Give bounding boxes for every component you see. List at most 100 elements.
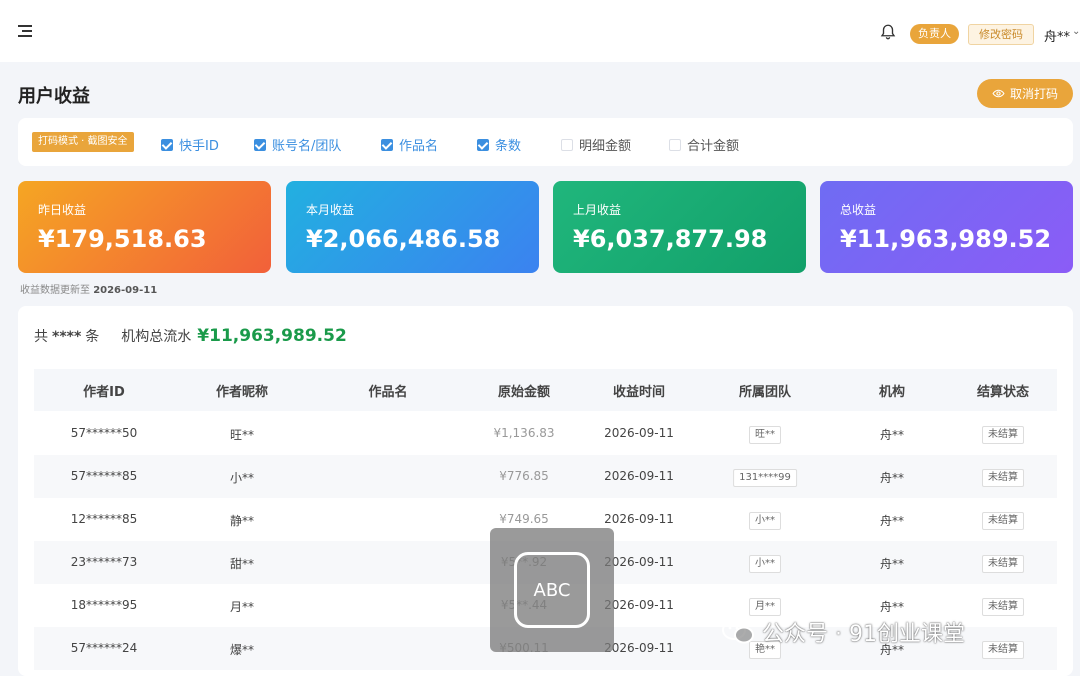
status-cell: 未结算 xyxy=(982,598,1024,616)
agency-total-label: 机构总流水 xyxy=(121,329,192,345)
status-badge: 未结算 xyxy=(982,555,1024,573)
menu-toggle-icon[interactable] xyxy=(18,25,34,39)
change-password-button[interactable]: 修改密码 xyxy=(968,24,1034,45)
agency-cell: 舟** xyxy=(879,514,905,528)
stat-card-label: 昨日收益 xyxy=(38,203,87,217)
column-header[interactable]: 收益时间 xyxy=(613,381,665,400)
column-header[interactable]: 机构 xyxy=(879,381,905,400)
agency-cell: 舟** xyxy=(879,557,905,571)
nickname-cell: 爆** xyxy=(229,643,255,657)
status-cell: 未结算 xyxy=(982,512,1024,530)
nickname-cell: 静** xyxy=(229,514,255,528)
watermark-icon: ABC xyxy=(514,552,590,628)
nickname-cell: 旺** xyxy=(229,428,255,442)
stat-card-value: ¥2,066,486.58 xyxy=(306,225,501,253)
table-header: 作者ID 作者昵称 作品名 原始金额 收益时间 所属团队 机构 结算状态 xyxy=(34,369,1057,411)
author-id-cell: 57******50 xyxy=(70,426,138,440)
time-cell: 2026-09-11 xyxy=(604,426,674,440)
time-cell: 2026-09-11 xyxy=(604,512,674,526)
checkbox-icon[interactable] xyxy=(477,138,489,151)
update-note-date: 2026-09-11 xyxy=(93,285,158,296)
stat-card-label: 上月收益 xyxy=(573,203,622,217)
column-header[interactable]: 作者昵称 xyxy=(216,381,268,400)
filter-total-amount[interactable]: 合计金额 xyxy=(669,135,739,154)
chevron-down-icon[interactable]: ⌄ xyxy=(1072,26,1080,37)
status-badge: 未结算 xyxy=(982,426,1024,444)
wechat-account-tag: 公众号 · 91创业课堂 xyxy=(722,616,965,648)
status-badge: 未结算 xyxy=(982,641,1024,659)
time-cell: 2026-09-11 xyxy=(604,598,674,612)
amount-cell: ¥1,136.83 xyxy=(493,426,555,440)
mask-mode-tag: 打码模式 · 截图安全 xyxy=(32,132,134,152)
status-badge: 未结算 xyxy=(982,469,1024,487)
filter-work-name[interactable]: 作品名 xyxy=(381,135,438,154)
team-tag: 旺** xyxy=(749,426,781,444)
stat-card-total: 总收益 ¥11,963,989.52 xyxy=(820,181,1073,273)
author-id-cell: 18******95 xyxy=(70,598,138,612)
count-suffix: 条 xyxy=(85,329,100,345)
nickname-cell: 甜** xyxy=(229,557,255,571)
table-row: 57******50 旺** ¥1,136.83 2026-09-11 旺** 舟** 未结… xyxy=(34,412,1057,455)
checkbox-icon[interactable] xyxy=(381,138,393,151)
status-badge: 未结算 xyxy=(982,598,1024,616)
checkbox-icon[interactable] xyxy=(561,138,573,151)
status-cell: 未结算 xyxy=(982,555,1024,573)
table-row: 57******85 小** ¥776.85 2026-09-11 131****99 舟… xyxy=(34,455,1057,498)
stat-card-value: ¥6,037,877.98 xyxy=(573,225,768,253)
user-menu[interactable]: 舟** xyxy=(1044,26,1070,45)
team-cell: 小** xyxy=(749,512,781,530)
filter-label: 合计金额 xyxy=(687,139,740,154)
role-badge: 负责人 xyxy=(910,24,959,44)
agency-cell: 舟** xyxy=(879,428,905,442)
page-title: 用户收益 xyxy=(18,86,90,107)
column-header[interactable]: 作品名 xyxy=(368,381,407,400)
filter-count[interactable]: 条数 xyxy=(477,135,521,154)
column-header[interactable]: 原始金额 xyxy=(498,381,550,400)
filter-label: 条数 xyxy=(495,139,522,154)
agency-cell: 舟** xyxy=(879,471,905,485)
filter-label: 账号名/团队 xyxy=(272,139,342,154)
time-cell: 2026-09-11 xyxy=(604,469,674,483)
status-cell: 未结算 xyxy=(982,641,1024,659)
stat-card-yesterday: 昨日收益 ¥179,518.63 xyxy=(18,181,271,273)
author-id-cell: 23******73 xyxy=(70,555,138,569)
checkbox-icon[interactable] xyxy=(669,138,681,151)
filter-label: 作品名 xyxy=(399,139,439,154)
wechat-icon xyxy=(722,620,754,644)
filter-account-team[interactable]: 账号名/团队 xyxy=(254,135,341,154)
stat-card-this-month: 本月收益 ¥2,066,486.58 xyxy=(286,181,539,273)
amount-cell: ¥776.85 xyxy=(499,469,549,483)
top-bar: 负责人 修改密码 舟** ⌄ xyxy=(0,0,1080,62)
team-tag: 131****99 xyxy=(733,469,797,487)
filter-kuaishou-id[interactable]: 快手ID xyxy=(161,135,219,154)
column-header[interactable]: 结算状态 xyxy=(977,381,1029,400)
record-count: **** xyxy=(52,329,82,345)
wechat-account-label: 公众号 · 91创业课堂 xyxy=(762,622,965,647)
bell-icon[interactable] xyxy=(879,23,897,41)
filter-detail-amount[interactable]: 明细金额 xyxy=(561,135,631,154)
agency-cell: 舟** xyxy=(879,600,905,614)
update-note-prefix: 收益数据更新至 xyxy=(20,285,90,296)
eye-icon xyxy=(992,89,1005,98)
unmask-button[interactable]: 取消打码 xyxy=(977,79,1073,108)
team-cell: 月** xyxy=(749,598,781,616)
count-prefix: 共 xyxy=(34,329,48,345)
filter-label: 明细金额 xyxy=(579,139,632,154)
team-cell: 131****99 xyxy=(733,469,797,487)
filter-bar: 打码模式 · 截图安全 快手ID 账号名/团队 作品名 条数 明细金额 合计金额 xyxy=(18,118,1073,166)
status-badge: 未结算 xyxy=(982,512,1024,530)
checkbox-icon[interactable] xyxy=(161,138,173,151)
team-cell: 旺** xyxy=(749,426,781,444)
column-header[interactable]: 所属团队 xyxy=(739,381,791,400)
author-id-cell: 57******24 xyxy=(70,641,138,655)
checkbox-icon[interactable] xyxy=(254,138,266,151)
time-cell: 2026-09-11 xyxy=(604,555,674,569)
stat-card-value: ¥179,518.63 xyxy=(38,225,207,253)
team-tag: 小** xyxy=(749,512,781,530)
amount-cell: ¥749.65 xyxy=(499,512,549,526)
summary-line: 共 **** 条 机构总流水 ¥11,963,989.52 xyxy=(34,326,347,346)
team-tag: 月** xyxy=(749,598,781,616)
nickname-cell: 小** xyxy=(229,471,255,485)
filter-label: 快手ID xyxy=(179,139,219,154)
column-header[interactable]: 作者ID xyxy=(83,381,125,400)
